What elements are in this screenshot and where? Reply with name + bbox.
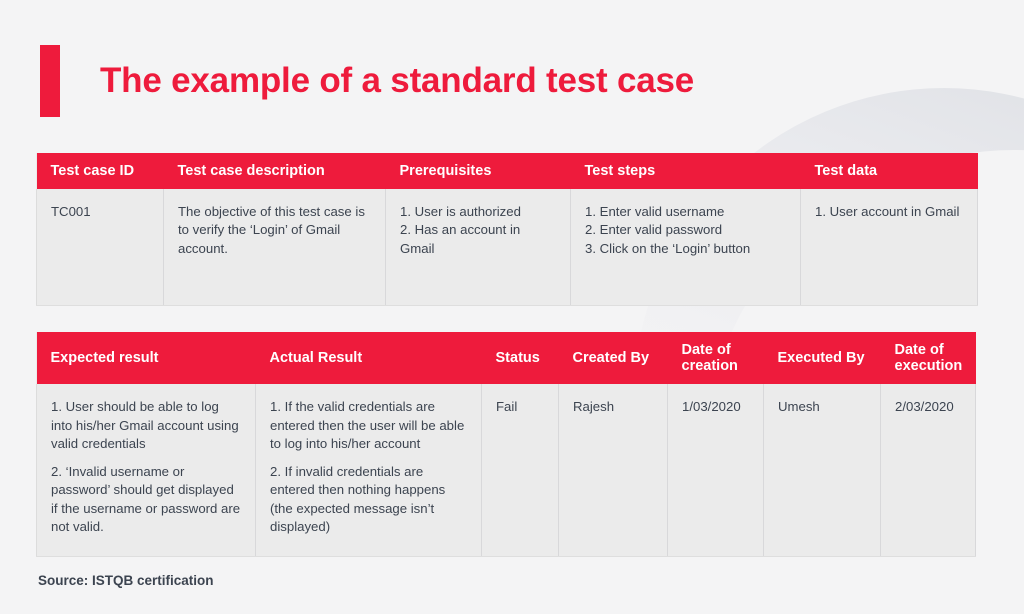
source-note: Source: ISTQB certification bbox=[38, 573, 214, 588]
column-header-status: Status bbox=[481, 332, 559, 385]
column-header-prerequisites: Prerequisites bbox=[385, 153, 571, 190]
column-header-test-data: Test data bbox=[800, 153, 978, 190]
column-header-expected-result: Expected result bbox=[36, 332, 256, 385]
column-header-test-steps: Test steps bbox=[570, 153, 801, 190]
expected-result-item: 1. User should be able to log into his/h… bbox=[51, 399, 239, 451]
table-row: TC001 The objective of this test case is… bbox=[36, 189, 978, 307]
test-step-line: 1. Enter valid username bbox=[585, 204, 725, 220]
column-header-date-of-execution: Date of execution bbox=[880, 332, 976, 385]
cell-actual-result: 1. If the valid credentials are entered … bbox=[255, 384, 482, 558]
cell-test-data: 1. User account in Gmail bbox=[800, 189, 978, 307]
test-step-line: 3. Click on the ‘Login’ button bbox=[585, 240, 751, 256]
cell-status: Fail bbox=[481, 384, 559, 558]
cell-prerequisites: 1. User is authorized 2. Has an account … bbox=[385, 189, 571, 307]
test-data-line: 1. User account in Gmail bbox=[815, 204, 960, 220]
column-header-created-by: Created By bbox=[558, 332, 668, 385]
cell-created-by: Rajesh bbox=[558, 384, 668, 558]
table-header-row: Expected result Actual Result Status Cre… bbox=[36, 332, 976, 385]
test-step-line: 2. Enter valid password bbox=[585, 222, 723, 238]
page-header: The example of a standard test case bbox=[40, 45, 694, 117]
table-row: 1. User should be able to log into his/h… bbox=[36, 384, 976, 558]
test-case-table-primary: Test case ID Test case description Prere… bbox=[36, 153, 978, 307]
cell-test-case-description: The objective of this test case is to ve… bbox=[163, 189, 386, 307]
cell-expected-result: 1. User should be able to log into his/h… bbox=[36, 384, 256, 558]
cell-date-of-execution: 2/03/2020 bbox=[880, 384, 976, 558]
cell-test-case-id: TC001 bbox=[36, 189, 164, 307]
cell-executed-by: Umesh bbox=[763, 384, 881, 558]
column-header-test-case-id: Test case ID bbox=[36, 153, 164, 190]
column-header-executed-by: Executed By bbox=[763, 332, 881, 385]
column-header-date-of-creation: Date of creation bbox=[667, 332, 764, 385]
title-accent-bar bbox=[40, 45, 60, 117]
actual-result-item: 1. If the valid credentials are entered … bbox=[270, 399, 465, 451]
cell-date-of-creation: 1/03/2020 bbox=[667, 384, 764, 558]
actual-result-item: 2. If invalid credentials are entered th… bbox=[270, 464, 446, 534]
column-header-actual-result: Actual Result bbox=[255, 332, 482, 385]
page-title: The example of a standard test case bbox=[100, 61, 695, 100]
cell-test-steps: 1. Enter valid username 2. Enter valid p… bbox=[570, 189, 801, 307]
test-case-table-results: Expected result Actual Result Status Cre… bbox=[36, 332, 976, 558]
prerequisite-line: 2. Has an account in Gmail bbox=[400, 222, 521, 256]
expected-result-item: 2. ‘Invalid username or password’ should… bbox=[51, 464, 241, 534]
table-header-row: Test case ID Test case description Prere… bbox=[36, 153, 978, 190]
column-header-test-case-description: Test case description bbox=[163, 153, 386, 190]
page-root: The example of a standard test case Test… bbox=[0, 0, 1024, 614]
prerequisite-line: 1. User is authorized bbox=[400, 204, 521, 220]
